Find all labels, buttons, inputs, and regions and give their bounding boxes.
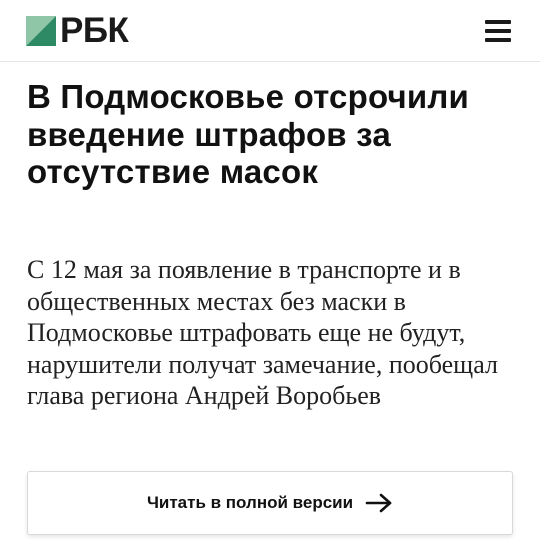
- hamburger-menu-icon[interactable]: [485, 20, 511, 42]
- logo-text: РБК: [60, 11, 129, 50]
- read-full-version-button[interactable]: Читать в полной версии: [27, 471, 513, 535]
- article-title: В Подмосковье отсрочили введение штрафов…: [27, 78, 469, 190]
- rbc-logo[interactable]: РБК: [26, 11, 129, 50]
- read-full-version-label: Читать в полной версии: [146, 493, 354, 512]
- rbc-logo-mark-icon: [26, 16, 56, 46]
- top-bar: РБК: [0, 0, 540, 62]
- arrow-right-icon: [365, 493, 392, 513]
- article-lead: С 12 мая за появление в транспорте и в о…: [27, 255, 498, 410]
